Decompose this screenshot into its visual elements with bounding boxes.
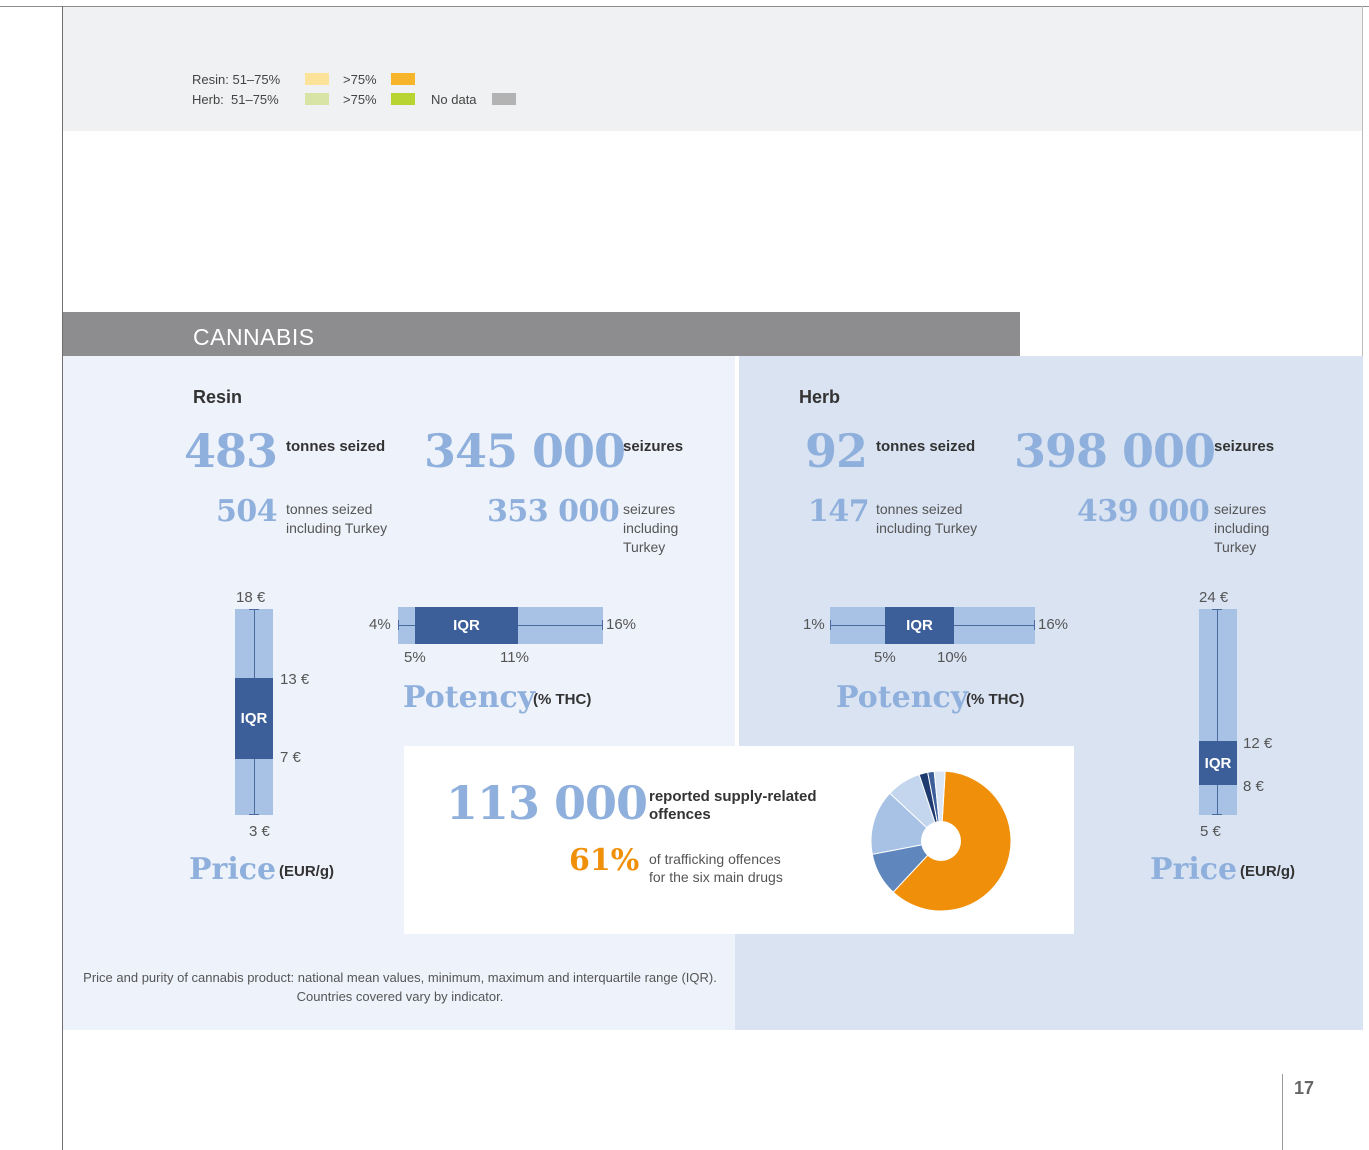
caption-line-2: Countries covered vary by indicator. <box>296 989 504 1004</box>
legend-resin-mid-swatch <box>305 73 329 85</box>
resin-potency-q3: 11% <box>500 649 529 666</box>
resin-heading: Resin <box>193 387 243 407</box>
herb-price-title: Price <box>1150 852 1238 887</box>
resin-potency-min: 4% <box>369 616 391 633</box>
herb-potency-title: Potency <box>836 680 969 715</box>
resin-price-max-cap <box>249 609 259 610</box>
herb-price-max-cap <box>1212 609 1222 610</box>
panel-divider <box>735 356 739 746</box>
resin-price-min-cap <box>249 814 259 815</box>
resin-potency-q1: 5% <box>404 649 426 666</box>
resin-price-iqr: IQR <box>235 678 273 759</box>
legend-resin-high-label: >75% <box>343 72 377 87</box>
herb-price-max: 24 € <box>1199 589 1229 606</box>
trafficking-share-label: of trafficking offences for the six main … <box>649 851 783 885</box>
resin-seizures-label: seizures <box>623 438 684 455</box>
herb-tonnes-value: 92 <box>805 424 868 478</box>
herb-potency-max: 16% <box>1038 616 1069 633</box>
resin-price-q1: 7 € <box>280 749 301 766</box>
legend-band <box>63 7 1362 131</box>
herb-tonnes-turkey-value: 147 <box>808 494 870 529</box>
resin-tonnes-label: tonnes seized <box>286 438 386 455</box>
herb-potency-q3: 10% <box>937 649 968 666</box>
resin-potency-title: Potency <box>403 680 536 715</box>
legend-no-data-label: No data <box>431 92 477 107</box>
resin-seizures-turkey-value: 353 000 <box>487 494 620 529</box>
offences-count: 113 000 <box>446 776 648 830</box>
herb-potency-max-cap <box>1034 620 1035 630</box>
herb-price-min: 5 € <box>1200 823 1221 840</box>
legend-resin-label: Resin: 51–75% <box>192 72 281 87</box>
offences-pie-chart <box>870 770 1012 912</box>
legend-herb-label: Herb: 51–75% <box>192 92 279 107</box>
resin-price-unit: (EUR/g) <box>279 863 334 880</box>
legend-resin-high-swatch <box>391 73 415 85</box>
herb-seizures-value: 398 000 <box>1014 424 1216 478</box>
caption-line-1: Price and purity of cannabis product: na… <box>83 970 717 985</box>
pie-center-hole <box>921 821 961 861</box>
section-header: CANNABIS <box>63 312 1020 356</box>
section-title: CANNABIS <box>193 324 315 350</box>
herb-potency-min: 1% <box>803 616 825 633</box>
herb-potency-unit: (% THC) <box>966 691 1025 708</box>
herb-potency-q1: 5% <box>874 649 896 666</box>
herb-seizures-turkey-label: seizures including Turkey <box>1214 501 1270 555</box>
herb-tonnes-label: tonnes seized <box>876 438 976 455</box>
herb-seizures-label: seizures <box>1214 438 1275 455</box>
figure-caption: Price and purity of cannabis product: na… <box>63 968 1369 1006</box>
resin-price-q3: 13 € <box>280 671 310 688</box>
resin-price-min: 3 € <box>249 823 270 840</box>
right-rule <box>1362 6 1363 356</box>
legend-no-data-swatch <box>492 93 516 105</box>
herb-potency-min-cap <box>830 620 831 630</box>
resin-seizures-turkey-label: seizures including Turkey <box>623 501 679 555</box>
resin-potency-min-cap <box>398 620 399 630</box>
resin-tonnes-value: 483 <box>184 424 278 478</box>
herb-price-q1: 8 € <box>1243 778 1264 795</box>
page-number-rule <box>1282 1074 1283 1150</box>
herb-price-min-cap <box>1212 814 1222 815</box>
resin-seizures-value: 345 000 <box>424 424 626 478</box>
resin-potency-max: 16% <box>606 616 637 633</box>
resin-price-max: 18 € <box>236 589 266 606</box>
offences-label: reported supply-related offences <box>649 788 817 823</box>
resin-price-title: Price <box>189 852 277 887</box>
resin-tonnes-turkey-label: tonnes seized including Turkey <box>286 501 388 536</box>
legend-herb-high-label: >75% <box>343 92 377 107</box>
herb-heading: Herb <box>799 387 841 407</box>
page-number: 17 <box>1294 1078 1315 1098</box>
legend-herb-mid-swatch <box>305 93 329 105</box>
resin-potency-unit: (% THC) <box>533 691 592 708</box>
herb-tonnes-turkey-label: tonnes seized including Turkey <box>876 501 978 536</box>
herb-seizures-turkey-value: 439 000 <box>1077 494 1210 529</box>
resin-potency-max-cap <box>602 620 603 630</box>
herb-potency-iqr: IQR <box>885 607 954 644</box>
trafficking-share: 61% <box>569 843 640 878</box>
herb-price-unit: (EUR/g) <box>1240 863 1295 880</box>
legend-herb-high-swatch <box>391 93 415 105</box>
resin-tonnes-turkey-value: 504 <box>216 494 278 529</box>
herb-price-iqr: IQR <box>1199 741 1237 785</box>
herb-price-q3: 12 € <box>1243 735 1273 752</box>
resin-potency-iqr: IQR <box>415 607 518 644</box>
